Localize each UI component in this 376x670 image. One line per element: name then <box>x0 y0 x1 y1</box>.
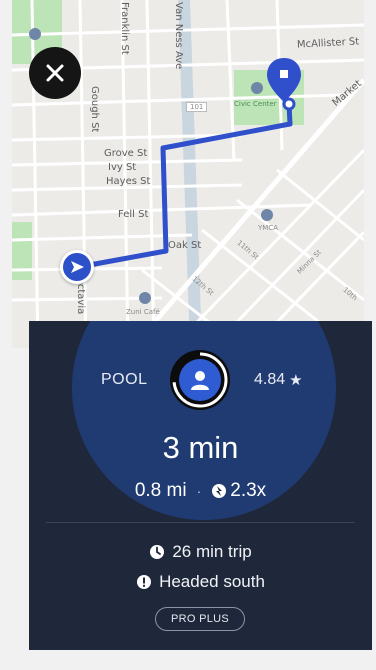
pro-plus-badge: PRO PLUS <box>155 607 245 631</box>
eta: 3 min <box>162 430 239 465</box>
destination-pin-icon <box>267 58 301 102</box>
separator: · <box>196 483 202 499</box>
street-franklin: Franklin St <box>119 2 130 55</box>
clock-icon <box>150 545 165 559</box>
current-location-marker <box>60 250 94 284</box>
direction: Headed south <box>159 572 265 591</box>
trip-duration: 26 min trip <box>172 542 252 561</box>
street-gough: Gough St <box>89 86 100 133</box>
trip-meta: 0.8 mi · 2.3x <box>29 480 372 502</box>
driver-rating: 4.84 ★ <box>254 371 303 389</box>
direction-row: Headed south <box>29 572 372 592</box>
close-icon <box>46 64 64 82</box>
street-van-ness: Van Ness Ave <box>173 2 184 70</box>
star-icon: ★ <box>289 371 303 389</box>
trip-duration-row: 26 min trip <box>29 542 372 562</box>
person-icon <box>191 371 209 390</box>
screen: Franklin St Van Ness Ave McAllister St G… <box>0 0 376 670</box>
place-zuni-cafe: Zuni Café <box>126 308 160 316</box>
highway-shield: 101 <box>186 102 208 112</box>
close-button[interactable] <box>29 47 81 99</box>
driver-avatar[interactable] <box>179 359 221 401</box>
place-ymca: YMCA <box>258 224 278 232</box>
navigation-arrow-icon <box>71 261 84 273</box>
product-name: POOL <box>101 371 148 388</box>
street-fell: Fell St <box>118 209 149 220</box>
street-ivy: Ivy St <box>108 162 137 173</box>
street-oak: Oak St <box>168 240 202 251</box>
distance: 0.8 mi <box>134 480 187 501</box>
alert-icon <box>137 575 152 589</box>
trip-card: POOL 4.84 ★ 3 min 0.8 mi · 2.3x 26 min t… <box>29 321 372 650</box>
street-hayes: Hayes St <box>106 176 151 187</box>
divider <box>46 522 355 523</box>
street-grove: Grove St <box>104 148 148 159</box>
surge-value: 2.3x <box>230 480 267 501</box>
rating-value: 4.84 <box>254 371 286 388</box>
surge-icon <box>212 484 227 498</box>
surge: 2.3x <box>211 480 266 502</box>
